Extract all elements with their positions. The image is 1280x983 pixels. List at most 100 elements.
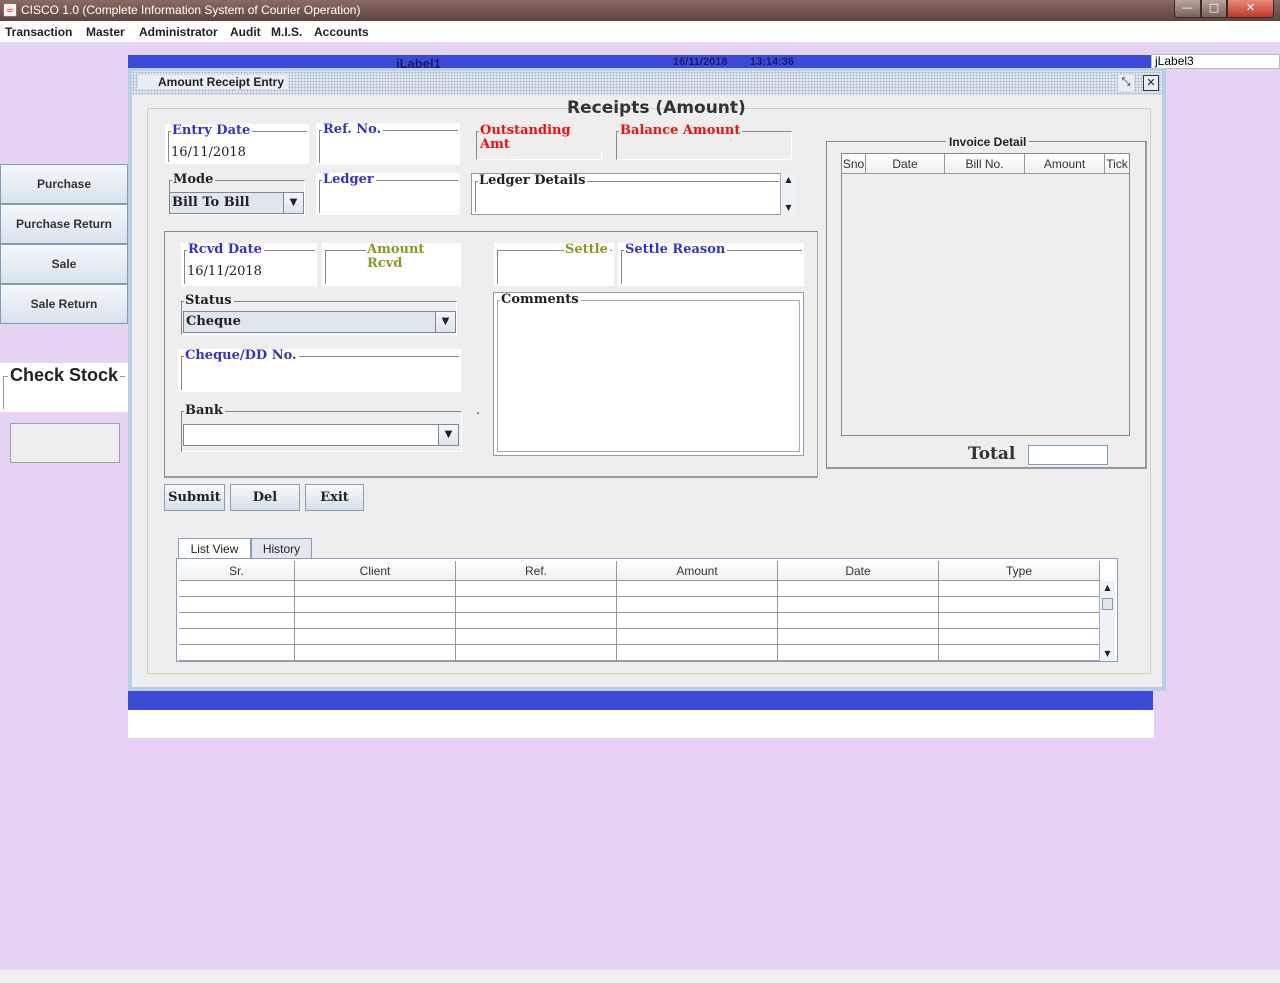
chevron-down-icon[interactable]: ▼ bbox=[438, 425, 458, 445]
settle-reason-label: Settle Reason bbox=[624, 242, 728, 257]
purchase-return-button[interactable]: Purchase Return bbox=[0, 204, 128, 244]
tab-list-view[interactable]: List View bbox=[178, 538, 251, 558]
outstanding-amt-label: Outstanding Amt bbox=[479, 124, 604, 152]
cheque-dd-label: Cheque/DD No. bbox=[184, 348, 299, 363]
ledger-details-label: Ledger Details bbox=[478, 173, 588, 188]
ledger-field[interactable]: Ledger bbox=[316, 173, 460, 215]
amount-receipt-window: Amount Receipt Entry ⤡ ✕ Receipts (Amoun… bbox=[128, 68, 1166, 691]
settle-reason-field[interactable]: Settle Reason bbox=[618, 243, 804, 286]
del-button[interactable]: Del bbox=[230, 484, 300, 511]
scroll-thumb[interactable] bbox=[1102, 598, 1113, 610]
menu-mis[interactable]: M.I.S. bbox=[271, 25, 302, 39]
table-row[interactable] bbox=[179, 597, 1100, 613]
sale-return-button[interactable]: Sale Return bbox=[0, 284, 128, 324]
ref-no-label: Ref. No. bbox=[322, 122, 384, 137]
menu-master[interactable]: Master bbox=[86, 25, 125, 39]
scroll-down-icon[interactable]: ▼ bbox=[1100, 647, 1115, 661]
java-icon: ☕ bbox=[3, 3, 17, 17]
close-button[interactable]: ✕ bbox=[1227, 0, 1274, 18]
lower-strip bbox=[128, 688, 1153, 710]
list-table-header: Sr. Client Ref. Amount Date Type bbox=[179, 561, 1100, 581]
table-row[interactable] bbox=[179, 581, 1100, 597]
purchase-button[interactable]: Purchase bbox=[0, 164, 128, 204]
maximize-button[interactable]: □ bbox=[1201, 0, 1227, 18]
menu-accounts[interactable]: Accounts bbox=[314, 25, 369, 39]
table-row[interactable] bbox=[179, 629, 1100, 645]
entry-date-field[interactable]: Entry Date 16/11/2018 bbox=[165, 124, 309, 164]
invoice-detail-title: Invoice Detail bbox=[946, 135, 1030, 149]
bank-label: Bank bbox=[184, 403, 225, 418]
scroll-up-icon[interactable]: ▲ bbox=[1100, 581, 1115, 595]
bank-dropdown[interactable]: ▼ bbox=[183, 424, 459, 446]
chevron-down-icon[interactable]: ▼ bbox=[435, 312, 455, 332]
lower-panel bbox=[128, 710, 1154, 738]
amount-rcvd-field[interactable]: Amount Rcvd bbox=[322, 243, 461, 286]
table-row[interactable] bbox=[179, 645, 1100, 661]
col-client[interactable]: Client bbox=[295, 561, 456, 581]
menu-bar: Transaction Master Administrator Audit M… bbox=[0, 21, 1280, 43]
list-table-body bbox=[179, 581, 1100, 661]
check-stock-label: Check Stock bbox=[8, 365, 121, 386]
sale-button[interactable]: Sale bbox=[0, 244, 128, 284]
rcvd-date-field[interactable]: Rcvd Date 16/11/2018 bbox=[181, 243, 317, 286]
col-amount[interactable]: Amount bbox=[617, 561, 778, 581]
ledger-details-field[interactable]: Ledger Details bbox=[471, 173, 782, 215]
minimize-button[interactable]: — bbox=[1174, 0, 1201, 18]
list-view-table[interactable]: Sr. Client Ref. Amount Date Type ▲ ▼ bbox=[176, 558, 1118, 662]
scroll-down-icon[interactable]: ▼ bbox=[781, 201, 796, 215]
status-value: Cheque bbox=[186, 314, 241, 329]
entry-date-value: 16/11/2018 bbox=[171, 145, 246, 160]
dialog-close-icon[interactable]: ✕ bbox=[1143, 75, 1159, 91]
amount-rcvd-label: Amount Rcvd bbox=[366, 243, 461, 271]
settle-field[interactable]: Settle bbox=[494, 243, 614, 286]
rcvd-date-value: 16/11/2018 bbox=[187, 264, 262, 279]
balance-amount-field: Balance Amount bbox=[613, 124, 794, 162]
restore-icon[interactable]: ⤡ bbox=[1118, 75, 1134, 91]
check-stock-button[interactable] bbox=[10, 423, 120, 463]
menu-transaction[interactable]: Transaction bbox=[5, 25, 72, 39]
invoice-col-bill-no[interactable]: Bill No. bbox=[945, 154, 1025, 174]
header-strip bbox=[128, 55, 1153, 69]
invoice-table-header: Sno Date Bill No. Amount Tick bbox=[842, 154, 1129, 174]
submit-button[interactable]: Submit bbox=[164, 484, 225, 511]
exit-button[interactable]: Exit bbox=[305, 484, 364, 511]
table-row[interactable] bbox=[179, 613, 1100, 629]
balance-amount-label: Balance Amount bbox=[619, 123, 743, 138]
page-title: Receipts (Amount) bbox=[567, 98, 746, 118]
mode-dropdown[interactable]: Bill To Bill ▼ bbox=[169, 192, 304, 214]
chevron-down-icon[interactable]: ▼ bbox=[283, 193, 303, 213]
col-sr[interactable]: Sr. bbox=[179, 561, 295, 581]
background-time: 13:14:36 bbox=[750, 56, 795, 68]
comments-field[interactable]: Comments bbox=[493, 292, 804, 456]
mode-value: Bill To Bill bbox=[172, 195, 250, 210]
table-scrollbar[interactable]: ▲ ▼ bbox=[1099, 581, 1115, 661]
status-dropdown[interactable]: Cheque ▼ bbox=[183, 311, 456, 333]
scroll-up-icon[interactable]: ▲ bbox=[781, 173, 796, 187]
invoice-col-amount[interactable]: Amount bbox=[1025, 154, 1105, 174]
col-type[interactable]: Type bbox=[939, 561, 1100, 581]
menu-audit[interactable]: Audit bbox=[230, 25, 261, 39]
ledger-details-scrollbar[interactable]: ▲ ▼ bbox=[780, 173, 796, 215]
app-title-bar: ☕ CISCO 1.0 (Complete Information System… bbox=[0, 0, 1280, 21]
check-stock-panel: Check Stock bbox=[0, 363, 128, 412]
rcvd-date-label: Rcvd Date bbox=[187, 242, 264, 257]
entry-date-label: Entry Date bbox=[171, 123, 253, 138]
cheque-dd-field[interactable]: Cheque/DD No. bbox=[178, 349, 461, 392]
invoice-col-sno[interactable]: Sno bbox=[842, 154, 866, 174]
ref-no-field[interactable]: Ref. No. bbox=[316, 123, 460, 165]
settle-label: Settle bbox=[564, 242, 610, 257]
outstanding-amt-field: Outstanding Amt bbox=[473, 124, 604, 162]
status-label: Status bbox=[184, 293, 234, 308]
dialog-title: Amount Receipt Entry bbox=[138, 75, 289, 89]
invoice-detail-table[interactable]: Sno Date Bill No. Amount Tick bbox=[841, 153, 1130, 436]
col-ref[interactable]: Ref. bbox=[456, 561, 617, 581]
invoice-col-date[interactable]: Date bbox=[866, 154, 945, 174]
col-date[interactable]: Date bbox=[778, 561, 939, 581]
status-bar bbox=[0, 970, 1280, 983]
dialog-title-bar[interactable]: Amount Receipt Entry ⤡ ✕ bbox=[132, 71, 1162, 95]
tab-history[interactable]: History bbox=[251, 538, 312, 558]
total-input[interactable] bbox=[1028, 445, 1108, 465]
invoice-col-tick[interactable]: Tick bbox=[1105, 154, 1129, 174]
menu-administrator[interactable]: Administrator bbox=[139, 25, 218, 39]
separator-dot: . bbox=[476, 403, 481, 418]
